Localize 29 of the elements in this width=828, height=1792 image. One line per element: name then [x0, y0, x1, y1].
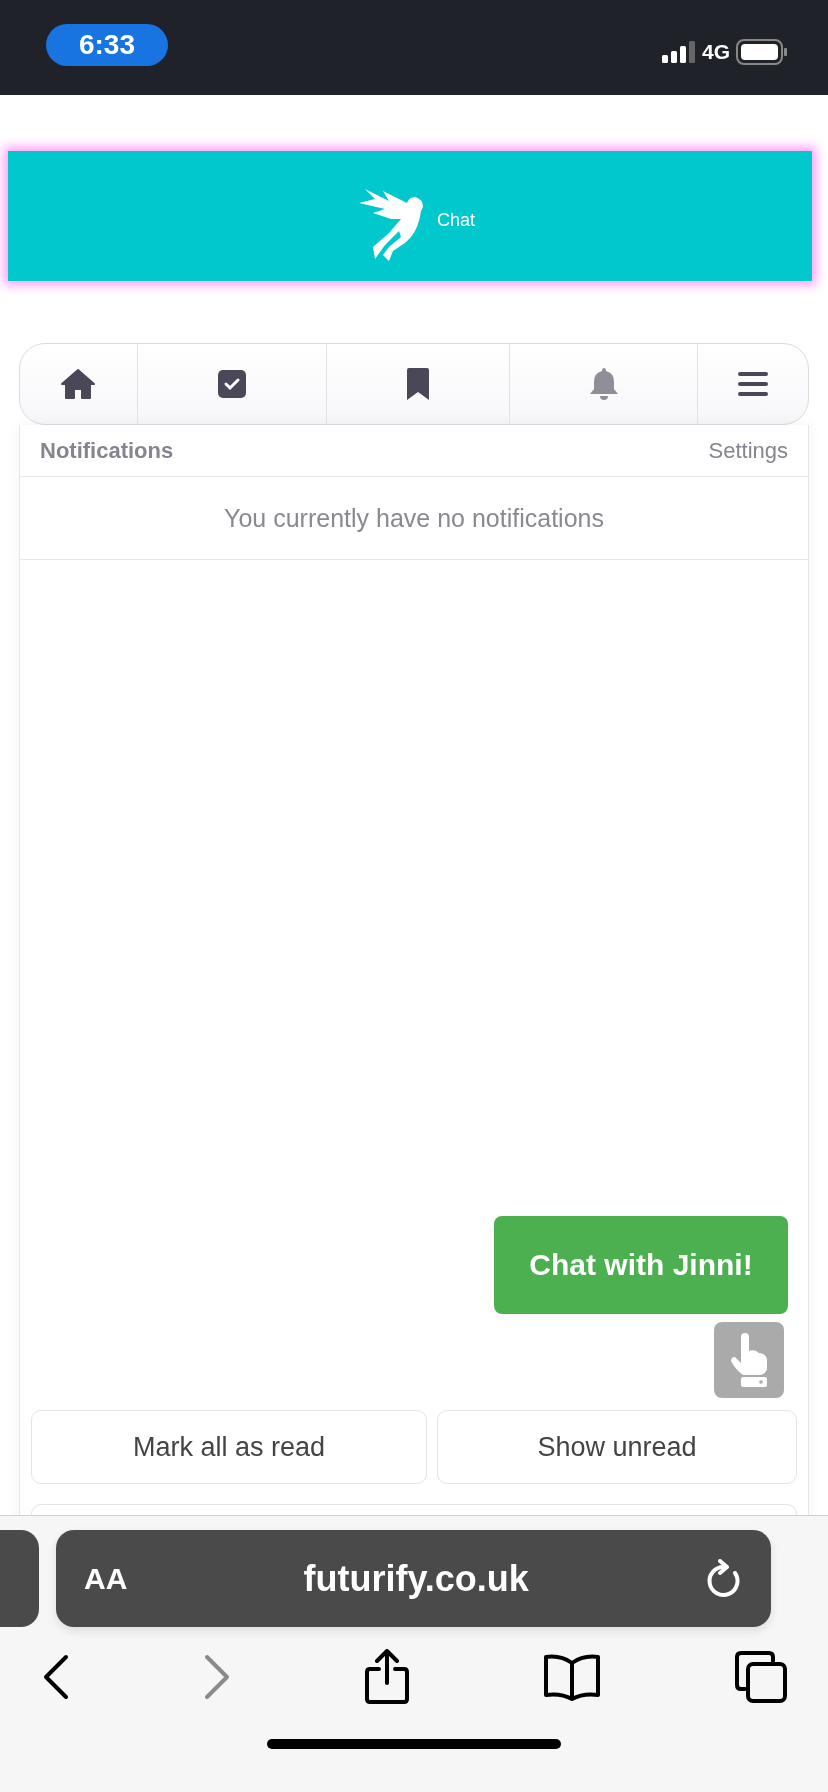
url-text: futurify.co.uk	[303, 1557, 529, 1600]
book-icon	[543, 1653, 601, 1701]
panel-title: Notifications	[40, 437, 174, 464]
bookmark-icon	[405, 367, 431, 401]
checkbox-icon	[216, 369, 247, 399]
battery-icon	[736, 38, 788, 65]
forward-icon	[203, 1654, 231, 1700]
pointing-hand-icon	[729, 1333, 769, 1387]
settings-link[interactable]: Settings	[708, 437, 788, 464]
menu-icon	[738, 371, 769, 397]
toolbar-button[interactable]	[42, 1654, 70, 1700]
text-size-button[interactable]: AA	[84, 1561, 128, 1596]
empty-message: You currently have no notifications	[20, 477, 808, 560]
action-button[interactable]: Show unread	[437, 1410, 797, 1484]
header-title: Chat	[437, 209, 475, 231]
toolbar-button[interactable]	[364, 1649, 410, 1705]
bell-icon	[588, 367, 619, 401]
share-icon	[364, 1649, 410, 1705]
home-icon	[60, 368, 97, 400]
address-bar[interactable]: AA futurify.co.uk	[56, 1530, 771, 1627]
status-time: 6:33	[46, 23, 168, 66]
toolbar-button[interactable]	[734, 1650, 788, 1704]
toolbar-button[interactable]	[543, 1653, 601, 1701]
tabs-icon	[734, 1650, 788, 1704]
signal-icon	[662, 40, 696, 63]
previous-tab[interactable]	[0, 1530, 39, 1627]
back-icon	[42, 1654, 70, 1700]
network-label: 4G	[702, 39, 730, 64]
action-button[interactable]: Mark all as read	[31, 1410, 427, 1484]
